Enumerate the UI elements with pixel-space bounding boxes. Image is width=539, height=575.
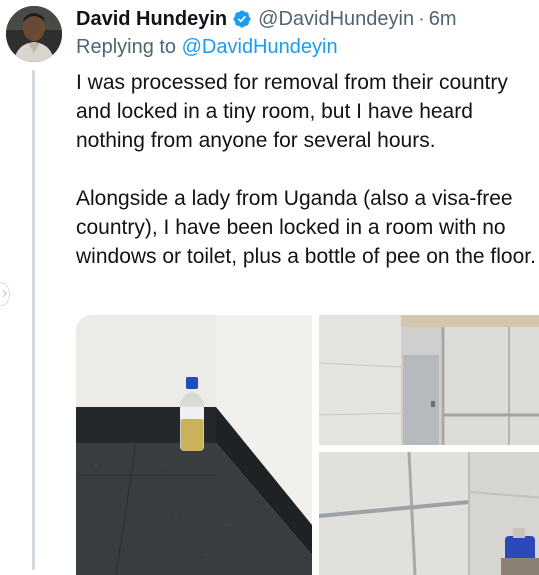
replying-prefix: Replying to xyxy=(76,36,177,58)
chevron-right-icon[interactable] xyxy=(0,282,10,306)
thread-line xyxy=(32,70,35,570)
photo-room-corner[interactable] xyxy=(319,452,539,575)
avatar[interactable] xyxy=(6,6,62,62)
photo-room-door[interactable] xyxy=(319,315,539,445)
author-name[interactable]: David Hundeyin xyxy=(76,8,227,31)
timestamp[interactable]: 6m xyxy=(429,8,457,31)
replying-to-link[interactable]: @DavidHundeyin xyxy=(182,36,338,58)
author-handle[interactable]: @DavidHundeyin xyxy=(258,8,414,31)
separator-dot: · xyxy=(418,7,425,30)
tweet-header: David Hundeyin @DavidHundeyin · 6m xyxy=(76,4,457,34)
tweet-text: I was processed for removal from their c… xyxy=(76,68,539,271)
verified-badge-icon xyxy=(232,9,252,29)
tweet-paragraph: Alongside a lady from Uganda (also a vis… xyxy=(76,187,536,268)
media-grid xyxy=(76,315,539,575)
photo-bottle-on-floor[interactable] xyxy=(76,315,312,575)
replying-to: Replying to @DavidHundeyin xyxy=(76,36,338,62)
tweet-paragraph: I was processed for removal from their c… xyxy=(76,71,508,152)
